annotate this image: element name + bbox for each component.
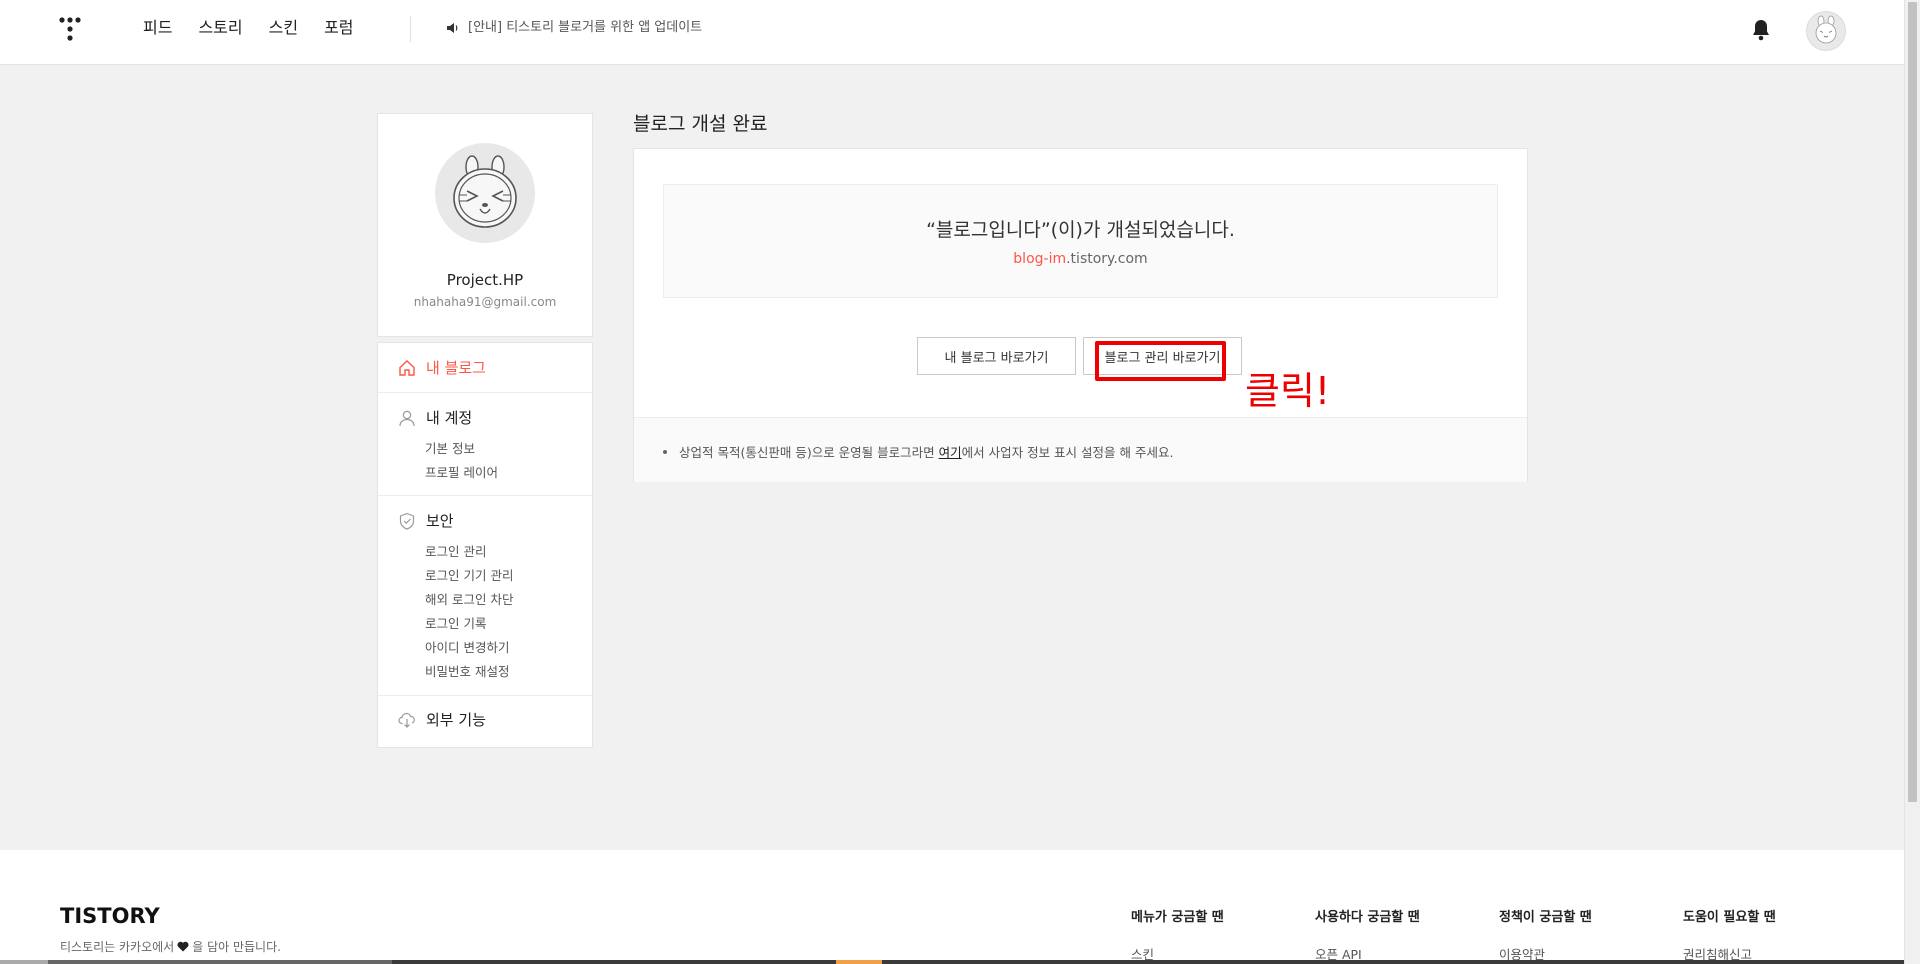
business-info-link[interactable]: 여기 (939, 445, 962, 460)
annotation-click-text: 클릭! (1245, 369, 1331, 413)
blog-url-domain: .tistory.com (1066, 251, 1148, 267)
menu-profile-layer[interactable]: 프로필 레이어 (425, 462, 498, 481)
completion-message: “블로그입니다”(이)가 개설되었습니다. (926, 219, 1235, 241)
footer-tagline-after: 을 담아 만듭니다. (192, 940, 281, 954)
profile-email: nhahaha91@gmail.com (413, 295, 557, 309)
profile-avatar[interactable] (435, 143, 535, 243)
business-info-text: 상업적 목적(통신판매 등)으로 운영될 블로그라면 여기에서 사업자 정보 표… (663, 442, 1173, 461)
top-header: 피드 스토리 스킨 포럼 [안내] 티스토리 블로거를 위한 앱 업데이트 (0, 0, 1904, 65)
footer-tagline: 티스토리는 카카오에서 을 담아 만듭니다. (60, 938, 281, 955)
menu-security[interactable]: 보안 (398, 510, 454, 531)
menu-account-label: 내 계정 (426, 409, 473, 427)
business-info-sentence: 상업적 목적(통신판매 등)으로 운영될 블로그라면 여기에서 사업자 정보 표… (679, 442, 1173, 461)
cloud-download-icon (398, 712, 415, 728)
side-menu: 내 블로그 내 계정 기본 정보 프로필 레이어 보안 로그인 관리 로그인 기… (377, 342, 593, 748)
profile-card: Project.HP nhahaha91@gmail.com (377, 113, 593, 337)
menu-login-device[interactable]: 로그인 기기 관리 (425, 565, 513, 584)
nav-forum[interactable]: 포럼 (324, 16, 353, 40)
footer-col-usage: 사용하다 궁금할 땐 오픈 API (1315, 906, 1420, 962)
footer-tagline-before: 티스토리는 카카오에서 (60, 940, 175, 954)
menu-login-history[interactable]: 로그인 기록 (425, 613, 486, 632)
notice-text: [안내] 티스토리 블로거를 위한 앱 업데이트 (468, 20, 703, 35)
business-info-before: 상업적 목적(통신판매 등)으로 운영될 블로그라면 (679, 445, 939, 460)
footer-col-help: 도움이 필요할 땐 권리침해신고 (1683, 906, 1776, 962)
taskbar-active-app[interactable] (836, 960, 882, 964)
menu-overseas-block[interactable]: 해외 로그인 차단 (425, 589, 513, 608)
person-icon (399, 410, 415, 426)
menu-external[interactable]: 외부 기능 (398, 709, 486, 730)
bullet (663, 449, 667, 454)
tistory-logo-icon[interactable] (58, 16, 86, 44)
avatar-icon (1815, 15, 1837, 44)
footer-col-heading: 메뉴가 궁금할 땐 (1131, 910, 1224, 925)
speaker-icon (447, 23, 458, 33)
menu-login-manage[interactable]: 로그인 관리 (425, 541, 486, 560)
footer-col-heading: 도움이 필요할 땐 (1683, 910, 1776, 925)
nav-skin[interactable]: 스킨 (269, 16, 298, 40)
menu-my-blog-label: 내 블로그 (426, 359, 486, 377)
go-to-my-blog-button[interactable]: 내 블로그 바로가기 (917, 337, 1076, 375)
footer-logo[interactable]: TISTORY (60, 904, 200, 926)
menu-my-blog[interactable]: 내 블로그 (398, 357, 486, 378)
completion-message-box: “블로그입니다”(이)가 개설되었습니다. blog-im.tistory.co… (663, 184, 1498, 298)
main-nav: 피드 스토리 스킨 포럼 (143, 16, 354, 40)
avatar-icon (453, 155, 517, 228)
footer-col-heading: 사용하다 궁금할 땐 (1315, 910, 1420, 925)
notice-link[interactable]: [안내] 티스토리 블로거를 위한 앱 업데이트 (446, 18, 702, 38)
page-scrollbar[interactable] (1904, 0, 1920, 964)
heart-icon (177, 941, 189, 952)
menu-section-external: 외부 기능 (378, 696, 592, 747)
blog-url[interactable]: blog-im.tistory.com (664, 251, 1497, 267)
profile-name: Project.HP (446, 271, 524, 289)
annotation-highlight-box (1095, 341, 1226, 381)
menu-reset-password[interactable]: 비밀번호 재설정 (425, 661, 509, 680)
nav-divider (410, 16, 411, 42)
taskbar-segment (392, 960, 1904, 964)
bell-icon[interactable] (1750, 18, 1772, 42)
scrollbar-thumb[interactable] (1908, 2, 1917, 802)
nav-feed[interactable]: 피드 (143, 16, 172, 40)
menu-security-label: 보안 (426, 512, 454, 530)
footer-col-menu: 메뉴가 궁금할 땐 스킨 (1131, 906, 1224, 962)
page-title: 블로그 개설 완료 (633, 113, 768, 135)
footer-logo-text: TISTORY (60, 904, 160, 926)
avatar[interactable] (1806, 11, 1846, 51)
business-info-after: 에서 사업자 정보 표시 설정을 해 주세요. (961, 445, 1174, 460)
menu-external-label: 외부 기능 (426, 711, 486, 729)
shield-icon (399, 512, 415, 530)
menu-change-id[interactable]: 아이디 변경하기 (425, 637, 509, 656)
home-icon (399, 359, 415, 376)
taskbar-segment (0, 960, 48, 964)
completion-card: “블로그입니다”(이)가 개설되었습니다. blog-im.tistory.co… (633, 148, 1528, 482)
footer-col-policy: 정책이 궁금할 땐 이용약관 (1499, 906, 1592, 962)
menu-section-my-blog: 내 블로그 (378, 343, 592, 393)
menu-basic-info[interactable]: 기본 정보 (425, 438, 475, 457)
footer-col-heading: 정책이 궁금할 땐 (1499, 910, 1592, 925)
blog-url-id: blog-im (1013, 251, 1067, 267)
business-info-bar: 상업적 목적(통신판매 등)으로 운영될 블로그라면 여기에서 사업자 정보 표… (634, 417, 1527, 482)
menu-account[interactable]: 내 계정 (398, 407, 472, 428)
footer: TISTORY 티스토리는 카카오에서 을 담아 만듭니다. 메뉴가 궁금할 땐… (0, 850, 1904, 964)
os-taskbar (0, 960, 1904, 964)
nav-story[interactable]: 스토리 (198, 16, 242, 40)
menu-section-account: 내 계정 기본 정보 프로필 레이어 (378, 393, 592, 496)
menu-section-security: 보안 로그인 관리 로그인 기기 관리 해외 로그인 차단 로그인 기록 아이디… (378, 496, 592, 696)
